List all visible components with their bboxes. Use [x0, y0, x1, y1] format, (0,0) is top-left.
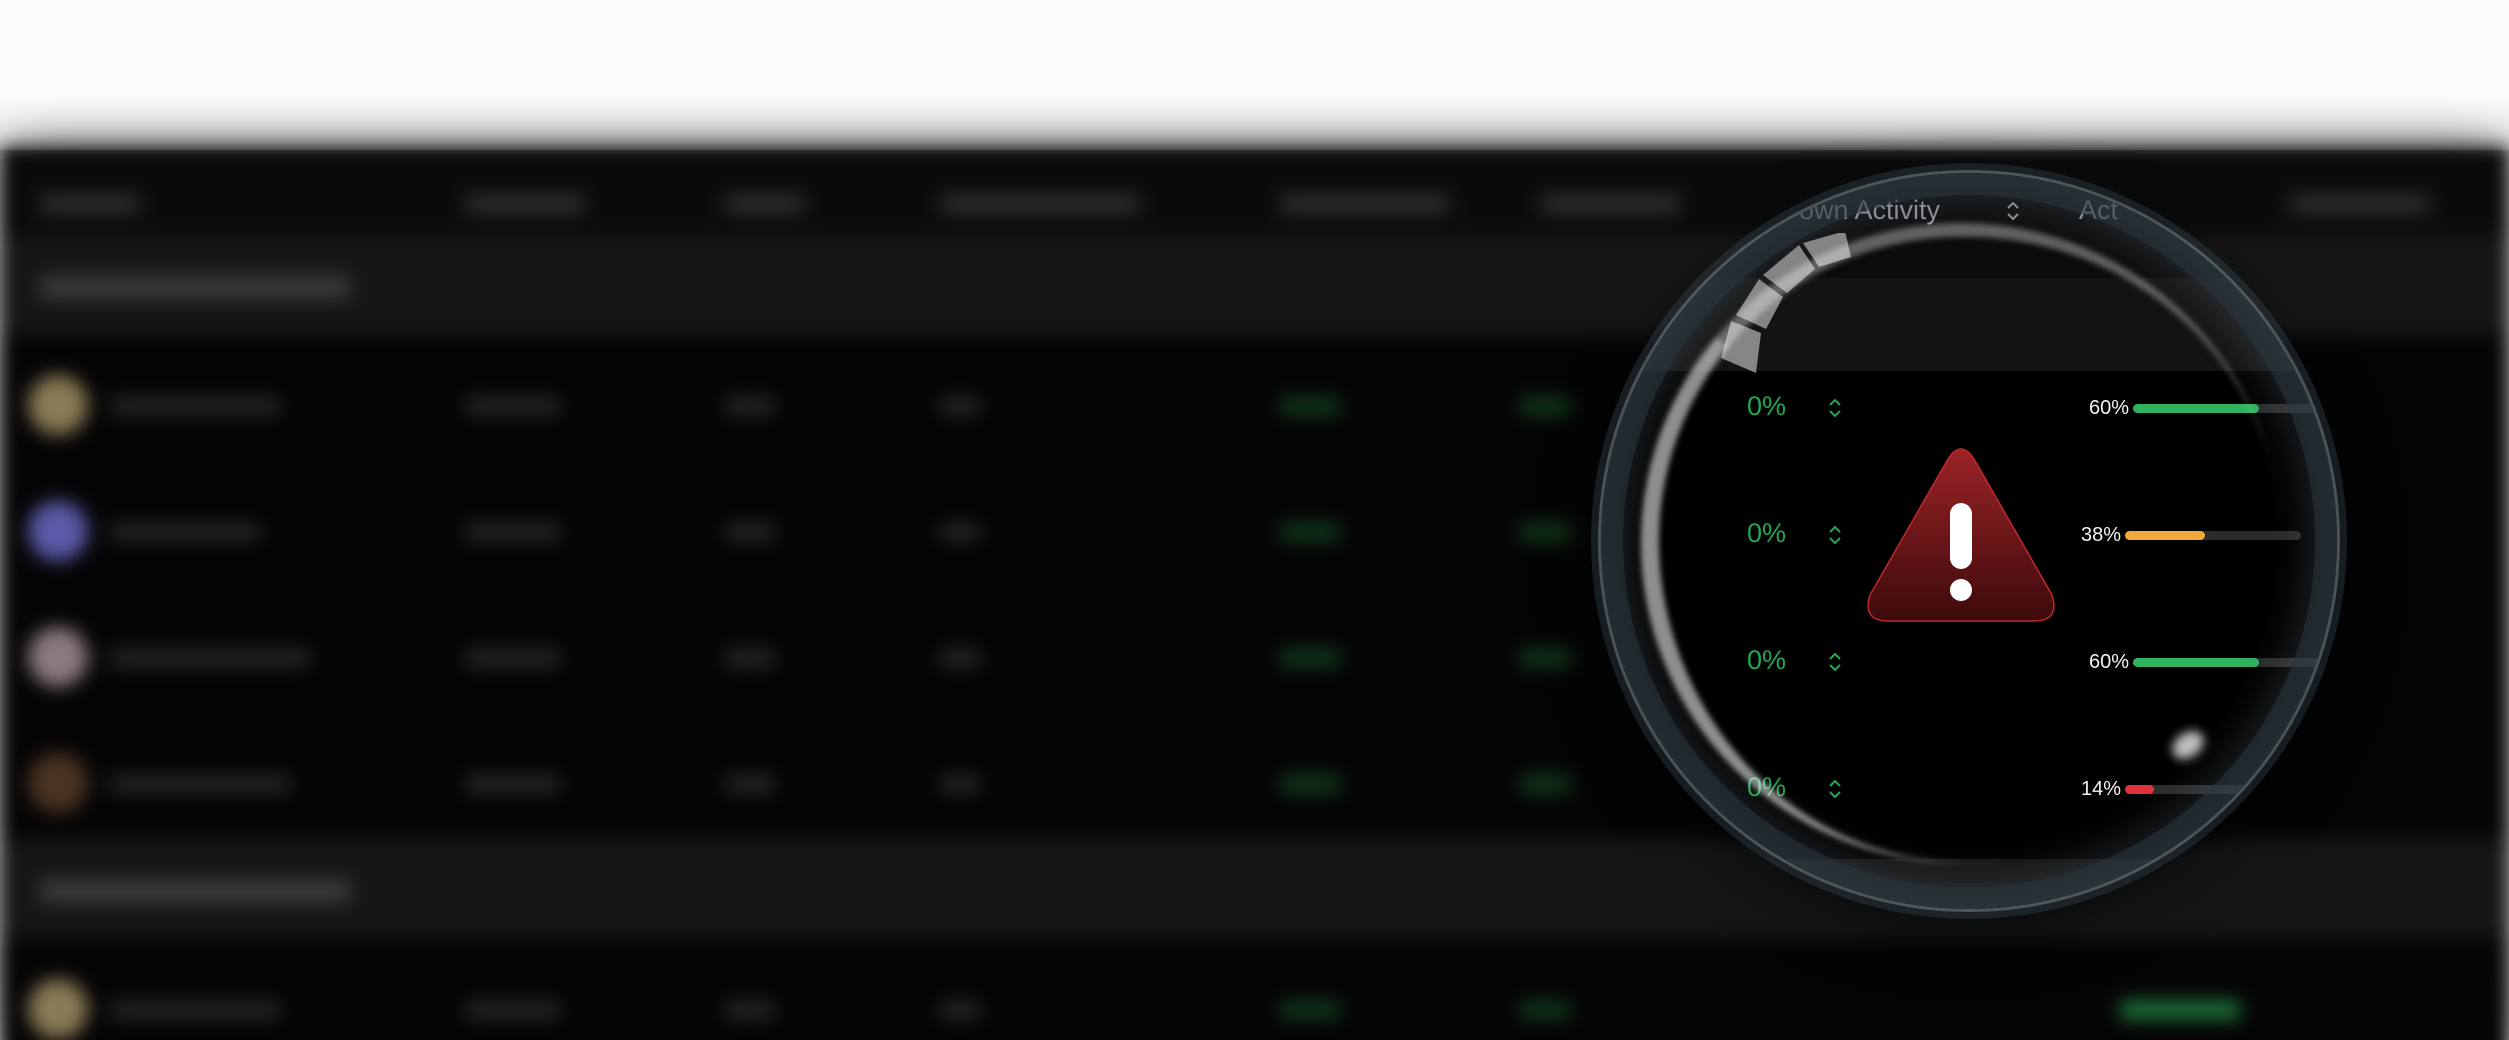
progress-fill — [2133, 658, 2259, 667]
change-value: 0% — [1747, 645, 1787, 675]
warning-triangle-icon — [1867, 448, 2055, 622]
magnifier-lens: own Activity Act 0% 60% 0% 38% 0% 60% 0%… — [1601, 173, 2337, 909]
avatar — [28, 627, 88, 687]
sort-chevrons-icon[interactable] — [1827, 650, 1843, 674]
sort-chevrons-icon[interactable] — [1827, 777, 1843, 801]
avatar — [28, 375, 88, 435]
column-header-next[interactable]: Act — [2079, 195, 2118, 226]
progress-bar — [2125, 785, 2265, 794]
avatar — [28, 753, 88, 813]
table-row[interactable] — [0, 939, 2509, 1040]
sort-chevrons-icon[interactable] — [1827, 523, 1843, 547]
progress-label: 38% — [2080, 524, 2121, 546]
progress-fill — [2133, 404, 2259, 413]
change-value: 0% — [1747, 518, 1787, 548]
avatar — [28, 501, 88, 561]
screen: own Activity Act 0% 60% 0% 38% 0% 60% 0%… — [0, 0, 2509, 1040]
sort-chevrons-icon[interactable] — [1827, 396, 1843, 420]
change-value: 0% — [1747, 391, 1787, 421]
lens-group-header — [1601, 859, 2337, 909]
lens-glint — [2167, 725, 2209, 765]
progress-bar — [2133, 658, 2337, 667]
progress-fill — [2125, 531, 2205, 540]
avatar — [28, 979, 88, 1039]
progress-label: 60% — [2088, 397, 2129, 419]
progress-label: 60% — [2088, 651, 2129, 673]
column-header-activity[interactable]: own Activity — [1799, 195, 1940, 226]
sort-chevrons-icon[interactable] — [2005, 199, 2021, 223]
gauge-icon — [1721, 233, 1851, 373]
change-value: 0% — [1747, 772, 1787, 802]
progress-fill — [2125, 785, 2154, 794]
top-fade — [0, 0, 2509, 150]
progress-bar — [2133, 404, 2337, 413]
progress-bar — [2125, 531, 2301, 540]
progress-label: 14% — [2080, 778, 2121, 800]
